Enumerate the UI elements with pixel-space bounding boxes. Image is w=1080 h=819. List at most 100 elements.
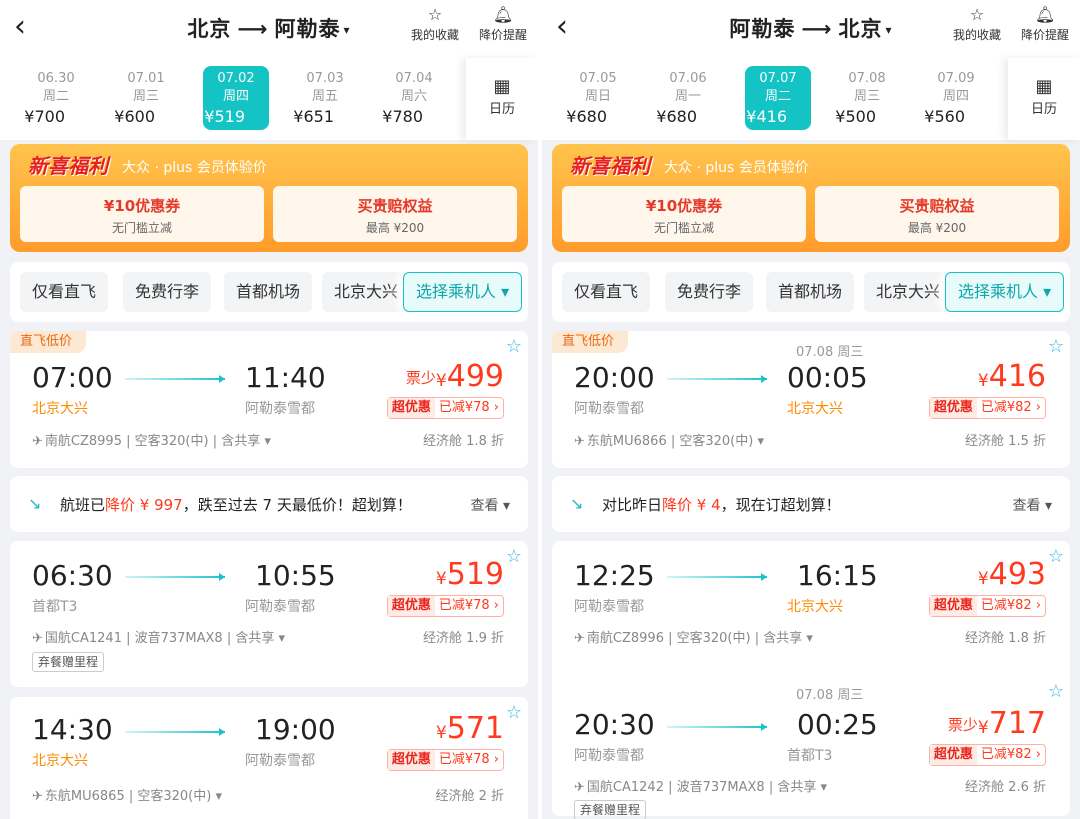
filter-free-baggage[interactable]: 免费行李 <box>123 272 212 312</box>
discount-badge[interactable]: 超优惠 已减¥78 › <box>386 397 504 419</box>
weekday-label: 周二 <box>42 89 69 104</box>
calendar-button[interactable]: ▦ 日历 <box>466 58 538 140</box>
coupon-title: ¥10优惠券 <box>103 197 181 215</box>
departure-airport: 北京大兴 <box>32 753 88 769</box>
star-outline-icon[interactable]: ☆ <box>1048 336 1064 357</box>
guarantee-subtitle: 最高 ¥200 <box>907 221 967 235</box>
flight-info[interactable]: ✈︎ 国航CA1242 | 波音737MAX8 | 含共享 ▾ <box>574 776 827 795</box>
discount-badge[interactable]: 超优惠 已减¥78 › <box>386 749 504 771</box>
star-outline-icon[interactable]: ☆ <box>1048 681 1064 702</box>
star-outline-icon[interactable]: ☆ <box>506 702 522 723</box>
date-item[interactable]: 07.05 周日 ¥680 <box>565 66 631 130</box>
weekday-label: 周日 <box>584 89 611 104</box>
star-outline-icon[interactable]: ☆ <box>506 546 522 567</box>
arrival-time: 19:00 <box>255 713 336 746</box>
date-item[interactable]: 07.03 周五 ¥651 <box>292 66 358 130</box>
select-passenger-button[interactable]: 选择乘机人 ▾ <box>945 272 1065 312</box>
few-tickets-label: 票少 <box>947 716 978 734</box>
date-price: ¥416 <box>746 107 787 126</box>
favorites-button[interactable]: ☆ 我的收藏 <box>404 6 466 43</box>
promo-banner[interactable]: 新喜福利 大众 · plus 会员体验价 ¥10优惠券 无门槛立减 买贵赔权益 最高… <box>552 144 1070 252</box>
price-alert-button[interactable]: 🔔︎ 降价提醒 <box>472 6 534 43</box>
date-item-selected[interactable]: 07.07 周二 ¥416 <box>745 66 811 130</box>
discount-badge[interactable]: 超优惠 已减¥78 › <box>386 595 504 617</box>
coupon-card[interactable]: ¥10优惠券 无门槛立减 <box>562 186 806 242</box>
price-guarantee-card[interactable]: 买贵赔权益 最高 ¥200 <box>273 186 517 242</box>
flight-card[interactable]: 直飞低价 ☆ 07.08 周三 20:00 00:05 阿勒泰雪都 北京大兴 ¥… <box>552 331 1070 468</box>
date-item[interactable]: 07.04 周六 ¥780 <box>381 66 447 130</box>
flight-card[interactable]: 直飞低价 ☆ 07:00 11:40 北京大兴 阿勒泰雪都 票少¥499 超优惠… <box>10 331 528 468</box>
bell-icon: 🔔︎ <box>1034 5 1056 24</box>
date-bar: 07.05 周日 ¥680 07.06 周一 ¥680 07.07 周二 ¥416 07.0… <box>542 58 1080 140</box>
date-list: 06.30 周二 ¥700 07.01 周三 ¥600 07.02 周四 ¥519 07.0… <box>0 58 466 140</box>
price-guarantee-card[interactable]: 买贵赔权益 最高 ¥200 <box>815 186 1059 242</box>
date-item[interactable]: 07.08 周三 ¥500 <box>834 66 900 130</box>
calendar-button[interactable]: ▦ 日历 <box>1008 58 1080 140</box>
flight-price: ¥493 <box>978 557 1046 592</box>
flight-info-text: 南航CZ8996 | 空客320(中) | 含共享 ▾ <box>586 631 813 646</box>
flight-info[interactable]: ✈︎ 南航CZ8995 | 空客320(中) | 含共享 ▾ <box>32 430 271 449</box>
guarantee-subtitle: 最高 ¥200 <box>365 221 425 235</box>
filter-direct-only[interactable]: 仅看直飞 <box>20 272 109 312</box>
few-tickets-label: 票少 <box>405 369 436 387</box>
date-item[interactable]: 07.09 周四 ¥560 <box>923 66 989 130</box>
departure-time: 07:00 <box>32 361 113 394</box>
route-arrow-icon: ⟶ <box>237 17 269 41</box>
caret-down-icon: ▾ <box>885 23 893 37</box>
flight-card[interactable]: ☆ 07.08 周三 20:30 00:25 阿勒泰雪都 首都T3 票少¥717… <box>552 676 1070 819</box>
notice-suffix: ，现在订超划算！ <box>720 496 841 514</box>
price-value: 571 <box>446 711 504 746</box>
discount-badge[interactable]: 超优惠 已减¥82 › <box>928 744 1046 766</box>
price-drop-notice[interactable]: ↘ 对比昨日降价 ¥ 4，现在订超划算！ 查看 ▾ <box>552 476 1070 532</box>
yen-symbol: ¥ <box>435 569 447 589</box>
meal-mileage-tag: 弃餐赠里程 <box>574 800 647 819</box>
view-more-button[interactable]: 查看 ▾ <box>1013 495 1052 515</box>
date-price: ¥700 <box>24 107 65 126</box>
flight-card[interactable]: ☆ 12:25 16:15 阿勒泰雪都 北京大兴 ¥493 超优惠 已减¥82 ›… <box>552 541 1070 687</box>
filter-capital-airport[interactable]: 首都机场 <box>224 272 313 312</box>
star-outline-icon[interactable]: ☆ <box>1048 546 1064 567</box>
filter-direct-only[interactable]: 仅看直飞 <box>562 272 651 312</box>
date-price: ¥680 <box>566 107 607 126</box>
filter-capital-airport[interactable]: 首都机场 <box>766 272 855 312</box>
flight-card[interactable]: ☆ 14:30 19:00 北京大兴 阿勒泰雪都 ¥571 超优惠 已减¥78 ›… <box>10 697 528 819</box>
filter-daxing-airport[interactable]: 北京大兴 <box>864 272 953 312</box>
promo-banner[interactable]: 新喜福利 大众 · plus 会员体验价 ¥10优惠券 无门槛立减 买贵赔权益 最高… <box>10 144 528 252</box>
left-panel: ‹ 北京 ⟶ 阿勒泰 ▾ ☆ 我的收藏 🔔︎ 降价提醒 06.30 周二 ¥700 07.01… <box>0 0 538 819</box>
price-alert-button[interactable]: 🔔︎ 降价提醒 <box>1014 6 1076 43</box>
coupon-card[interactable]: ¥10优惠券 无门槛立减 <box>20 186 264 242</box>
bell-icon: 🔔︎ <box>492 5 514 24</box>
discount-amount: 已减¥78 › <box>438 752 499 767</box>
filter-bar: 仅看直飞 免费行李 首都机场 北京大兴 选择乘机人 ▾ <box>10 262 528 322</box>
arrival-airport: 首都T3 <box>787 748 833 764</box>
flight-info[interactable]: ✈︎ 国航CA1241 | 波音737MAX8 | 含共享 ▾ <box>32 627 285 646</box>
discount-badge[interactable]: 超优惠 已减¥82 › <box>928 397 1046 419</box>
flight-info[interactable]: ✈︎ 东航MU6865 | 空客320(中) ▾ <box>32 785 222 804</box>
discount-badge[interactable]: 超优惠 已减¥82 › <box>928 595 1046 617</box>
flight-info[interactable]: ✈︎ 南航CZ8996 | 空客320(中) | 含共享 ▾ <box>574 627 813 646</box>
flight-card[interactable]: ☆ 06:30 10:55 首都T3 阿勒泰雪都 ¥519 超优惠 已减¥78 ›… <box>10 541 528 687</box>
view-more-button[interactable]: 查看 ▾ <box>471 495 510 515</box>
discount-label: 超优惠 <box>929 596 977 616</box>
date-price: ¥519 <box>204 107 245 126</box>
caret-down-icon: ▾ <box>343 23 351 37</box>
notice-text: 航班已降价 ¥ 997，跌至过去 7 天最低价！超划算！ <box>60 494 412 515</box>
date-item[interactable]: 07.01 周三 ¥600 <box>113 66 179 130</box>
select-passenger-button[interactable]: 选择乘机人 ▾ <box>403 272 523 312</box>
filter-free-baggage[interactable]: 免费行李 <box>665 272 754 312</box>
arrival-time: 16:15 <box>797 559 878 592</box>
discount-amount: 已减¥78 › <box>438 598 499 613</box>
favorites-button[interactable]: ☆ 我的收藏 <box>946 6 1008 43</box>
star-outline-icon[interactable]: ☆ <box>506 336 522 357</box>
top-bar: ‹ 阿勒泰 ⟶ 北京 ▾ ☆ 我的收藏 🔔︎ 降价提醒 <box>542 0 1080 58</box>
date-item[interactable]: 07.06 周一 ¥680 <box>655 66 721 130</box>
arrival-airport: 北京大兴 <box>787 599 843 615</box>
price-drop-notice[interactable]: ↘ 航班已降价 ¥ 997，跌至过去 7 天最低价！超划算！ 查看 ▾ <box>10 476 528 532</box>
promo-title: 新喜福利 <box>28 154 108 178</box>
filter-daxing-airport[interactable]: 北京大兴 <box>322 272 411 312</box>
date-item-selected[interactable]: 07.02 周四 ¥519 <box>203 66 269 130</box>
notice-highlight: 降价 ¥ 997 <box>105 496 183 514</box>
flight-info[interactable]: ✈︎ 东航MU6866 | 空客320(中) ▾ <box>574 430 764 449</box>
yen-symbol: ¥ <box>977 569 989 589</box>
date-item[interactable]: 06.30 周二 ¥700 <box>23 66 89 130</box>
